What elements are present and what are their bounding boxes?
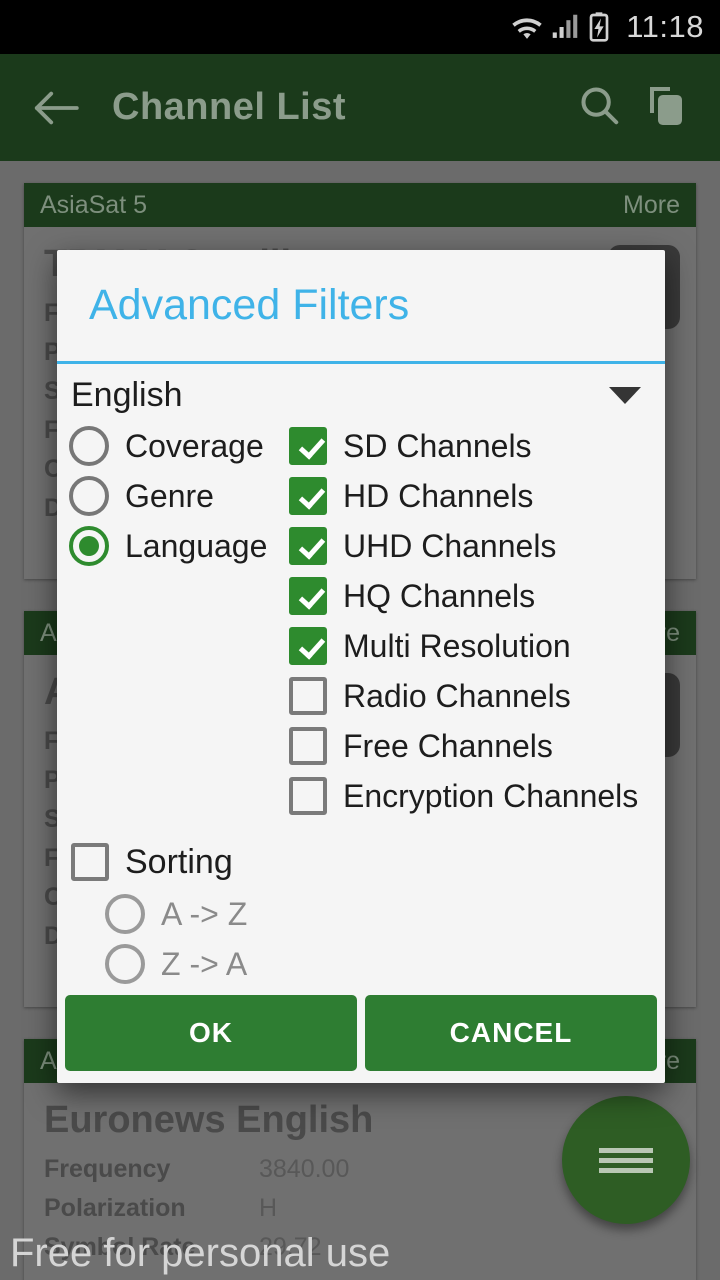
checkbox-checked-icon — [289, 427, 327, 465]
radio-unchecked-icon — [105, 944, 145, 984]
cancel-button[interactable]: CANCEL — [365, 995, 657, 1071]
checkbox-checked-icon — [289, 627, 327, 665]
checkbox-unchecked-icon — [289, 727, 327, 765]
phone-screen: 11:18 Channel List AsiaSat 5 More A re A… — [0, 0, 720, 1280]
radio-label: Coverage — [125, 427, 264, 464]
checkbox-hd-channels[interactable]: HD Channels — [289, 471, 665, 521]
radio-unchecked-icon — [105, 894, 145, 934]
radio-coverage[interactable]: Coverage — [69, 421, 289, 471]
checkbox-checked-icon — [289, 527, 327, 565]
chevron-down-icon — [609, 387, 641, 404]
radio-label: A -> Z — [161, 895, 248, 932]
checkbox-label: UHD Channels — [343, 527, 557, 564]
checkbox-label: Free Channels — [343, 727, 553, 764]
radio-sort-z-to-a[interactable]: Z -> A — [105, 939, 665, 989]
filter-type-radio-group: Coverage Genre Language — [69, 421, 289, 821]
radio-genre[interactable]: Genre — [69, 471, 289, 521]
radio-unchecked-icon — [69, 476, 109, 516]
checkbox-unchecked-icon — [289, 777, 327, 815]
checkbox-sorting[interactable]: Sorting — [71, 835, 665, 889]
dialog-actions: OK CANCEL — [57, 989, 665, 1083]
checkbox-label: Encryption Channels — [343, 777, 639, 814]
checkbox-label: SD Channels — [343, 427, 532, 464]
checkbox-checked-icon — [289, 577, 327, 615]
radio-label: Genre — [125, 477, 214, 514]
radio-unchecked-icon — [69, 426, 109, 466]
filter-columns: Coverage Genre Language SD Channels HD C… — [57, 421, 665, 821]
sorting-radio-group: A -> Z Z -> A — [71, 889, 665, 989]
checkbox-label: Multi Resolution — [343, 627, 571, 664]
checkbox-radio-channels[interactable]: Radio Channels — [289, 671, 665, 721]
checkbox-uhd-channels[interactable]: UHD Channels — [289, 521, 665, 571]
checkbox-free-channels[interactable]: Free Channels — [289, 721, 665, 771]
radio-language[interactable]: Language — [69, 521, 289, 571]
radio-checked-icon — [69, 526, 109, 566]
radio-sort-a-to-z[interactable]: A -> Z — [105, 889, 665, 939]
radio-label: Language — [125, 527, 268, 564]
language-spinner[interactable]: English — [57, 364, 665, 421]
checkbox-label: HD Channels — [343, 477, 534, 514]
checkbox-label: HQ Channels — [343, 577, 536, 614]
dialog-title: Advanced Filters — [89, 280, 410, 329]
checkbox-hq-channels[interactable]: HQ Channels — [289, 571, 665, 621]
ok-button[interactable]: OK — [65, 995, 357, 1071]
advanced-filters-dialog: Advanced Filters English Coverage Genre … — [57, 250, 665, 1083]
checkbox-encryption-channels[interactable]: Encryption Channels — [289, 771, 665, 821]
checkbox-label: Radio Channels — [343, 677, 571, 714]
checkbox-unchecked-icon — [289, 677, 327, 715]
sorting-label: Sorting — [125, 842, 233, 881]
sorting-section: Sorting A -> Z Z -> A — [57, 835, 665, 989]
dialog-title-bar: Advanced Filters — [57, 250, 665, 361]
radio-label: Z -> A — [161, 945, 248, 982]
checkbox-multi-resolution[interactable]: Multi Resolution — [289, 621, 665, 671]
checkbox-unchecked-icon — [71, 843, 109, 881]
checkbox-checked-icon — [289, 477, 327, 515]
language-spinner-value: English — [71, 376, 183, 414]
checkbox-sd-channels[interactable]: SD Channels — [289, 421, 665, 471]
channel-checkbox-group: SD Channels HD Channels UHD Channels HQ … — [289, 421, 665, 821]
dialog-body: English Coverage Genre Language SD Chann… — [57, 364, 665, 989]
